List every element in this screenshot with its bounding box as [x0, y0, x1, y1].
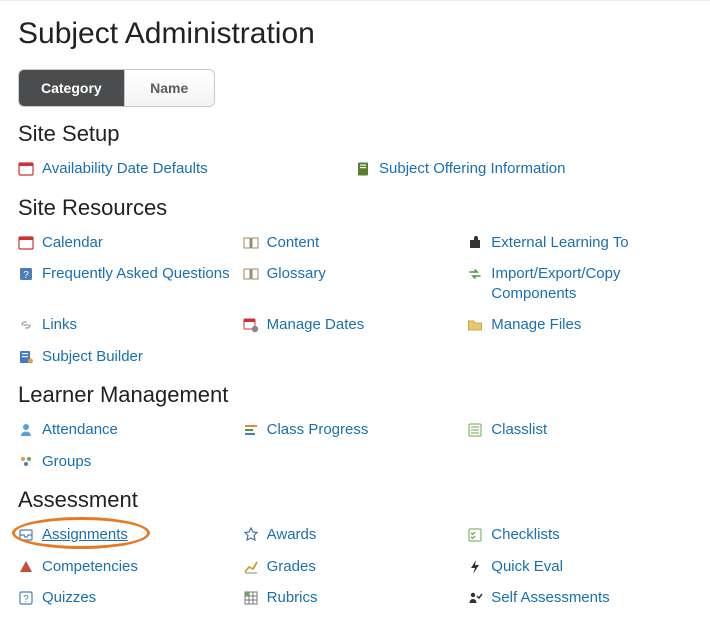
link-label: Import/Export/Copy Components	[491, 264, 686, 303]
transfer-icon	[467, 266, 483, 282]
chart-icon	[243, 559, 259, 575]
link-label: Subject Offering Information	[379, 159, 566, 179]
link-label: Quizzes	[42, 588, 96, 608]
person-icon	[18, 422, 34, 438]
site-resources-grid: Calendar Content External Learning To ? …	[18, 227, 692, 373]
section-heading-site-resources: Site Resources	[18, 195, 692, 221]
link-label: Links	[42, 315, 77, 335]
link-label: Classlist	[491, 420, 547, 440]
link-label: Calendar	[42, 233, 103, 253]
link-label: Self Assessments	[491, 588, 609, 608]
link-label: Checklists	[491, 525, 559, 545]
link-icon	[18, 317, 34, 333]
link-subject-offering-information[interactable]: Subject Offering Information	[355, 153, 692, 185]
checklist-icon	[467, 527, 483, 543]
link-classlist[interactable]: Classlist	[467, 414, 692, 446]
link-label: Competencies	[42, 557, 138, 577]
builder-icon	[18, 349, 34, 365]
calendar-icon	[18, 235, 34, 251]
link-content[interactable]: Content	[243, 227, 468, 259]
question-icon: ?	[18, 590, 34, 606]
link-label: Manage Dates	[267, 315, 365, 335]
link-faq[interactable]: ? Frequently Asked Questions	[18, 258, 243, 309]
link-checklists[interactable]: Checklists	[467, 519, 692, 551]
link-quizzes[interactable]: ? Quizzes	[18, 582, 243, 614]
puzzle-icon	[467, 235, 483, 251]
book-icon	[243, 266, 259, 282]
link-label: Content	[267, 233, 320, 253]
link-manage-files[interactable]: Manage Files	[467, 309, 692, 341]
link-self-assessments[interactable]: Self Assessments	[467, 582, 692, 614]
link-calendar[interactable]: Calendar	[18, 227, 243, 259]
link-label: Availability Date Defaults	[42, 159, 208, 179]
bars-icon	[243, 422, 259, 438]
page-title: Subject Administration	[18, 17, 692, 51]
link-links[interactable]: Links	[18, 309, 243, 341]
calendar-gear-icon	[243, 317, 259, 333]
inbox-icon	[18, 527, 34, 543]
link-label: Manage Files	[491, 315, 581, 335]
section-heading-learner-management: Learner Management	[18, 382, 692, 408]
link-class-progress[interactable]: Class Progress	[243, 414, 468, 446]
link-external-learning-tools[interactable]: External Learning To	[467, 227, 692, 259]
assessment-grid: Assignments Awards Checklists Competenci…	[18, 519, 692, 614]
folder-icon	[467, 317, 483, 333]
link-groups[interactable]: Groups	[18, 446, 243, 478]
link-quick-eval[interactable]: Quick Eval	[467, 551, 692, 583]
award-icon	[243, 527, 259, 543]
self-icon	[467, 590, 483, 606]
info-icon	[355, 161, 371, 177]
link-awards[interactable]: Awards	[243, 519, 468, 551]
groups-icon	[18, 454, 34, 470]
link-label: Groups	[42, 452, 91, 472]
section-heading-assessment: Assessment	[18, 487, 692, 513]
link-label: Quick Eval	[491, 557, 563, 577]
svg-text:?: ?	[23, 270, 29, 281]
view-tab-bar: Category Name	[18, 69, 215, 107]
link-label: Grades	[267, 557, 316, 577]
lightning-icon	[467, 559, 483, 575]
link-glossary[interactable]: Glossary	[243, 258, 468, 309]
link-label: Awards	[267, 525, 317, 545]
link-grades[interactable]: Grades	[243, 551, 468, 583]
link-label: Subject Builder	[42, 347, 143, 367]
rubric-icon	[243, 590, 259, 606]
tab-category[interactable]: Category	[19, 70, 124, 106]
book-icon	[243, 235, 259, 251]
section-heading-site-setup: Site Setup	[18, 121, 692, 147]
link-label: Attendance	[42, 420, 118, 440]
link-label: Class Progress	[267, 420, 369, 440]
link-attendance[interactable]: Attendance	[18, 414, 243, 446]
learner-management-grid: Attendance Class Progress Classlist Grou…	[18, 414, 692, 477]
link-label: Rubrics	[267, 588, 318, 608]
link-rubrics[interactable]: Rubrics	[243, 582, 468, 614]
link-label: Frequently Asked Questions	[42, 264, 230, 284]
link-subject-builder[interactable]: Subject Builder	[18, 341, 243, 373]
faq-icon: ?	[18, 266, 34, 282]
svg-text:?: ?	[23, 594, 29, 605]
link-manage-dates[interactable]: Manage Dates	[243, 309, 468, 341]
link-label: External Learning To	[491, 233, 628, 253]
link-import-export[interactable]: Import/Export/Copy Components	[467, 258, 692, 309]
triangle-icon	[18, 559, 34, 575]
site-setup-grid: Availability Date Defaults Subject Offer…	[18, 153, 692, 185]
list-icon	[467, 422, 483, 438]
link-availability-date-defaults[interactable]: Availability Date Defaults	[18, 153, 355, 185]
link-label: Glossary	[267, 264, 326, 284]
link-assignments[interactable]: Assignments	[18, 519, 243, 551]
link-competencies[interactable]: Competencies	[18, 551, 243, 583]
calendar-icon	[18, 161, 34, 177]
link-label: Assignments	[42, 525, 128, 545]
tab-name[interactable]: Name	[124, 70, 214, 106]
